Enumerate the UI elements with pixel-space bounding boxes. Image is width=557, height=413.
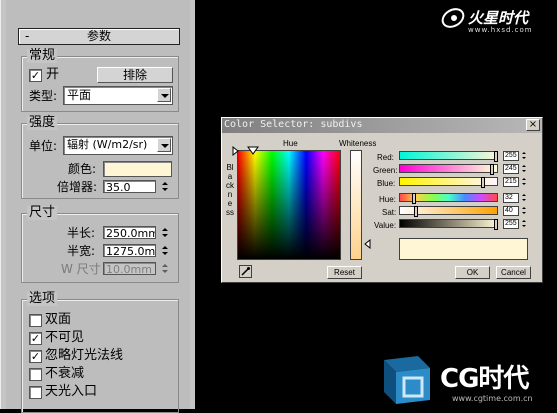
spinner-arrows-icon — [160, 262, 169, 276]
on-label: 开 — [46, 67, 60, 82]
invisible-checkbox[interactable]: ✓ — [29, 332, 42, 345]
hxsd-url: www.hxsd.com — [468, 26, 533, 34]
spinner-arrows-icon[interactable] — [160, 226, 169, 240]
current-color-preview — [399, 238, 528, 260]
ok-button[interactable]: OK — [455, 266, 490, 279]
color-selector-titlebar[interactable]: Color Selector: subdivs — [222, 118, 542, 133]
light-color-swatch[interactable] — [103, 161, 172, 177]
unit-dropdown[interactable]: 辐射 (W/m2/sr) — [63, 136, 173, 155]
slider-thumb[interactable] — [494, 219, 498, 230]
multiplier-spinner[interactable]: 35.0 — [103, 180, 170, 194]
hue-heading: Hue — [283, 139, 298, 148]
spinner-arrows-icon[interactable] — [521, 177, 527, 187]
close-icon[interactable]: × — [526, 119, 540, 131]
value-field[interactable]: 255 — [503, 219, 519, 229]
color-label: 颜色: — [68, 162, 97, 176]
hue-blackness-field[interactable] — [237, 150, 341, 260]
green-label: Green: — [373, 166, 398, 175]
ignore-light-normals-label: 忽略灯光法线 — [45, 348, 124, 363]
type-value: 平面 — [67, 88, 92, 102]
multiplier-label: 倍增器: — [57, 180, 98, 194]
general-group-label: 常规 — [27, 48, 58, 63]
cgtime-watermark: CG时代 www.cgtime.com.cn — [378, 352, 556, 408]
spinner-arrows-icon[interactable] — [521, 219, 527, 229]
blue-slider[interactable] — [399, 177, 498, 188]
half-length-spinner[interactable]: 250.0mm — [103, 226, 170, 240]
rollout-title: 参数 — [86, 29, 111, 43]
hue-field[interactable]: 32 — [503, 193, 519, 203]
red-slider[interactable] — [399, 151, 498, 162]
slider-thumb[interactable] — [494, 151, 498, 162]
whiteness-heading: Whiteness — [339, 139, 377, 148]
slider-pointer-icon[interactable] — [231, 145, 261, 157]
half-length-label: 半长: — [67, 226, 96, 240]
type-label: 类型: — [29, 89, 58, 103]
parameters-rollout-header[interactable]: - 参数 — [18, 28, 180, 45]
eyedropper-icon — [241, 267, 250, 276]
slider-thumb[interactable] — [412, 193, 416, 204]
spinner-arrows-icon[interactable] — [521, 193, 527, 203]
exclude-button[interactable]: 排除 — [97, 67, 173, 83]
blackness-heading: Blackness — [226, 163, 234, 217]
green-slider[interactable] — [399, 164, 498, 175]
skylight-portal-label: 天光入口 — [45, 384, 98, 399]
spinner-arrows-icon[interactable] — [521, 151, 527, 161]
value-slider[interactable] — [399, 219, 498, 230]
half-width-label: 半宽: — [67, 244, 96, 258]
red-field[interactable]: 255 — [503, 151, 519, 161]
slider-thumb[interactable] — [490, 164, 494, 175]
cancel-button[interactable]: Cancel — [496, 266, 531, 279]
dimensions-group-label: 尺寸 — [27, 205, 58, 220]
unit-value: 辐射 (W/m2/sr) — [67, 138, 148, 151]
reset-button[interactable]: Reset — [327, 266, 362, 279]
blue-label: Blue: — [377, 179, 396, 188]
ignore-light-normals-checkbox[interactable]: ✓ — [29, 350, 42, 363]
no-decay-label: 不衰减 — [45, 366, 85, 381]
half-width-field[interactable]: 1275.0mm — [103, 244, 156, 257]
invisible-label: 不可见 — [45, 330, 85, 345]
half-width-spinner[interactable]: 1275.0mm — [103, 244, 170, 258]
green-field[interactable]: 245 — [503, 164, 519, 174]
whiteness-pointer-icon[interactable] — [364, 239, 372, 249]
blue-field[interactable]: 215 — [503, 177, 519, 187]
chevron-down-icon[interactable] — [157, 138, 171, 152]
no-decay-checkbox[interactable] — [29, 368, 42, 381]
spinner-arrows-icon[interactable] — [521, 164, 527, 174]
type-dropdown[interactable]: 平面 — [63, 86, 173, 105]
unit-label: 单位: — [29, 139, 58, 153]
hxsd-logo-icon — [441, 8, 465, 28]
sat-label: Sat: — [382, 208, 397, 217]
multiplier-field[interactable]: 35.0 — [103, 180, 156, 193]
hue-slider[interactable] — [399, 193, 498, 204]
sat-slider[interactable] — [399, 206, 498, 217]
whiteness-bar[interactable] — [350, 150, 362, 260]
hue-label: Hue: — [379, 195, 396, 204]
double-sided-checkbox[interactable] — [29, 314, 42, 327]
sat-field[interactable]: 40 — [503, 206, 519, 216]
cgtime-url: www.cgtime.com.cn — [452, 394, 533, 403]
cgtime-logo-icon — [384, 356, 430, 404]
w-size-label: W 尺寸 — [61, 262, 101, 276]
eyedropper-button[interactable] — [239, 265, 252, 278]
hxsd-brand: 火星时代 — [468, 9, 529, 27]
slider-thumb[interactable] — [414, 206, 418, 217]
value-label: Value: — [374, 221, 397, 230]
half-length-field[interactable]: 250.0mm — [103, 226, 156, 239]
red-label: Red: — [377, 153, 394, 162]
w-size-field: 10.0mm — [103, 262, 156, 275]
skylight-portal-checkbox[interactable] — [29, 386, 42, 399]
chevron-down-icon[interactable] — [157, 88, 171, 102]
spinner-arrows-icon[interactable] — [160, 244, 169, 258]
color-selector-title: Color Selector: subdivs — [224, 119, 363, 130]
double-sided-label: 双面 — [45, 312, 72, 327]
hxsd-watermark: 火星时代 www.hxsd.com — [440, 5, 550, 35]
intensity-group-label: 强度 — [27, 115, 58, 130]
slider-thumb[interactable] — [481, 177, 485, 188]
on-checkbox[interactable]: ✓ — [29, 69, 42, 82]
options-group-label: 选项 — [27, 291, 58, 306]
w-size-spinner: 10.0mm — [103, 262, 170, 276]
spinner-arrows-icon[interactable] — [521, 206, 527, 216]
spinner-arrows-icon[interactable] — [160, 180, 169, 194]
cgtime-brand: CG时代 — [440, 364, 529, 394]
